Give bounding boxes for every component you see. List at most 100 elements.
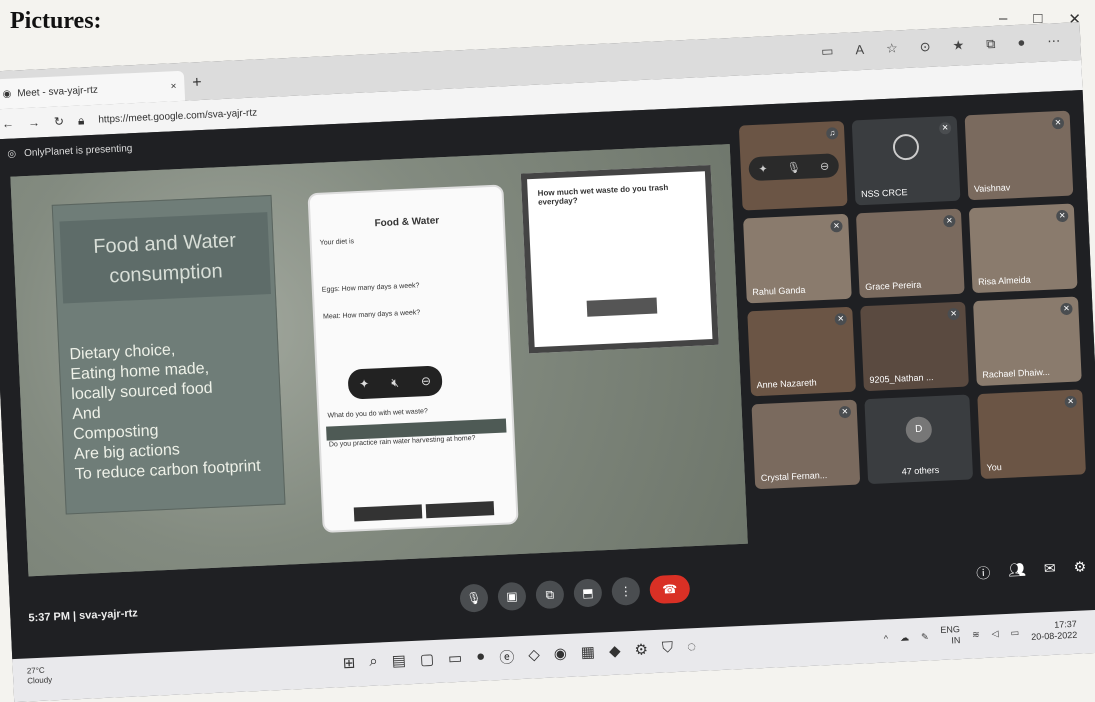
wifi-icon[interactable]: ≋	[972, 629, 980, 640]
settings-icon[interactable]: ⚙	[634, 640, 648, 662]
participant-tile[interactable]: ✕ 9205_Nathan ...	[860, 301, 969, 392]
participant-tile[interactable]: ✕ Risa Almeida	[968, 203, 1078, 294]
collections-icon[interactable]: ⧉	[986, 36, 996, 52]
slide-title: Food and Water consumption	[59, 212, 271, 304]
start-icon[interactable]: ⊞	[342, 654, 356, 676]
remove-icon[interactable]: ⊖	[421, 374, 432, 388]
participant-name: Risa Almeida	[977, 274, 1031, 287]
extension-icon[interactable]: ⊙	[919, 39, 931, 55]
pen-icon[interactable]: ✎	[921, 631, 929, 642]
pin-icon[interactable]: ✦	[359, 377, 370, 391]
more-icon[interactable]: ⋯	[1047, 33, 1061, 50]
lang-line: IN	[951, 635, 961, 646]
new-tab-button[interactable]: +	[192, 74, 202, 92]
weather-widget[interactable]: 27°C Cloudy	[27, 665, 53, 686]
end-call-button[interactable]: ☎	[649, 574, 691, 605]
refresh-icon[interactable]: ↻	[54, 114, 65, 128]
volume-icon[interactable]: ◁	[991, 628, 998, 639]
back-icon[interactable]: ←	[2, 117, 15, 132]
muted-icon: ✕	[1060, 302, 1073, 316]
participant-tile[interactable]: ✕ Grace Pereira	[855, 208, 965, 299]
profile-icon[interactable]: ●	[1017, 35, 1026, 51]
pin-icon[interactable]: ✦	[758, 162, 768, 175]
mockup-buttons	[353, 501, 495, 522]
participant-name: 9205_Nathan ...	[869, 372, 934, 385]
participant-name: Vaishnav	[973, 182, 1011, 195]
participant-tile[interactable]: ✕ Rahul Ganda	[743, 213, 852, 304]
logo-avatar	[892, 133, 920, 161]
presentation-slide: Food and Water consumption Dietary choic…	[10, 144, 748, 577]
meet-window: ◎ OnlyPlanet is presenting Food and Wate…	[0, 90, 1095, 660]
participant-tile[interactable]: ✕ Anne Nazareth	[747, 306, 857, 397]
camera-toggle-icon[interactable]: ▣	[497, 581, 527, 612]
participant-name: 47 others	[901, 464, 940, 477]
clock[interactable]: 17:37 20-08-2022	[1031, 619, 1078, 643]
participant-name: Grace Pereira	[865, 279, 922, 293]
muted-icon: ✕	[1051, 116, 1065, 130]
participant-tile[interactable]: ✕ Vaishnav	[964, 110, 1074, 201]
participant-tile[interactable]: ✕ Rachael Dhaiw...	[973, 296, 1082, 387]
participant-tile[interactable]: ✕ You	[977, 389, 1086, 480]
search-icon[interactable]: ⌕	[369, 653, 378, 674]
mute-icon[interactable]: 🔇︎	[391, 375, 399, 390]
presenting-banner: ◎ OnlyPlanet is presenting	[7, 143, 133, 160]
task-view-icon[interactable]: ▤	[391, 651, 406, 673]
participant-name: Rahul Ganda	[752, 284, 806, 298]
activities-icon[interactable]: ⚙	[1073, 558, 1086, 579]
participant-name: NSS CRCE	[860, 187, 908, 200]
favorites-icon[interactable]: ★	[952, 37, 964, 54]
muted-icon: ✕	[1064, 395, 1077, 409]
present-screen-icon[interactable]: ⬒	[573, 578, 603, 608]
participant-tile[interactable]: ✕ NSS CRCE	[851, 115, 961, 206]
people-icon[interactable]: 👥︎	[1008, 561, 1027, 582]
chrome-icon[interactable]: ◉	[553, 644, 567, 666]
muted-icon: ✕	[943, 214, 956, 228]
reader-icon[interactable]: ▭	[821, 43, 834, 60]
shield-icon[interactable]: ⛉	[662, 639, 674, 660]
calendar-icon[interactable]: ▦	[580, 643, 595, 665]
participant-name: Anne Nazareth	[756, 377, 817, 391]
avatar: D	[905, 416, 933, 444]
chat-icon[interactable]: ▢	[419, 650, 435, 672]
side-controls: ⓘ 👥︎ ✉ ⚙	[976, 558, 1087, 583]
others-tile[interactable]: D 47 others	[864, 394, 974, 485]
tab-title: Meet - sva-yajr-rtz	[17, 84, 99, 99]
tab-close-icon[interactable]: ×	[170, 81, 176, 92]
read-aloud-icon[interactable]: A	[855, 42, 864, 58]
whatsapp-icon[interactable]: ◌	[687, 638, 697, 659]
participant-name: You	[986, 462, 1002, 473]
weather-desc: Cloudy	[27, 675, 53, 686]
browser-toolbar: ▭ A ☆ ⊙ ★ ⧉ ● ⋯	[821, 33, 1061, 60]
url-field[interactable]: https://meet.google.com/sva-yajr-rtz	[98, 107, 257, 125]
app-icon[interactable]: ●	[476, 648, 486, 669]
mockup-question: What do you do with wet waste?	[327, 408, 429, 420]
participant-tile[interactable]: ✕ Crystal Fernan...	[751, 399, 861, 490]
edge-icon[interactable]: ⓔ	[499, 646, 515, 668]
slide-text-panel: Food and Water consumption Dietary choic…	[51, 194, 286, 515]
cloud-icon[interactable]: ☁	[900, 632, 909, 643]
language-indicator[interactable]: ENG IN	[940, 624, 960, 647]
favorite-icon[interactable]: ☆	[886, 40, 898, 57]
battery-icon[interactable]: ▭	[1010, 627, 1019, 638]
mockup-dialog: How much wet waste do you trash everyday…	[520, 164, 719, 354]
muted-icon: ✕	[947, 307, 960, 321]
chevron-up-icon[interactable]: ^	[884, 633, 889, 643]
mic-toggle-icon[interactable]: 🎙︎	[459, 583, 489, 613]
screenshot-photo: ◉ Meet - sva-yajr-rtz × + ▭ A ☆ ⊙ ★ ⧉ ● …	[0, 22, 1095, 702]
more-icon[interactable]: ⊖	[820, 159, 830, 172]
mockup-title: Food & Water	[374, 215, 440, 230]
more-options-icon[interactable]: ⋮	[611, 576, 641, 606]
info-icon[interactable]: ⓘ	[976, 563, 991, 584]
captions-icon[interactable]: ⧉	[535, 580, 565, 610]
tile-controls: ✦ 🎙︎ ⊖	[748, 153, 840, 182]
presenter-controls: ✦ 🔇︎ ⊖	[347, 365, 443, 400]
chat-icon[interactable]: ✉	[1044, 560, 1057, 581]
forward-icon[interactable]: →	[28, 115, 41, 130]
brave-icon[interactable]: ◇	[528, 645, 540, 667]
muted-icon: ✕	[838, 405, 852, 419]
diamond-icon[interactable]: ◆	[609, 642, 621, 664]
widgets-icon[interactable]: ▭	[448, 649, 463, 671]
mic-icon[interactable]: 🎙︎	[786, 160, 801, 174]
page-heading: Pictures:	[10, 8, 102, 34]
participant-tile[interactable]: ✦ 🎙︎ ⊖ ♫	[738, 120, 848, 211]
